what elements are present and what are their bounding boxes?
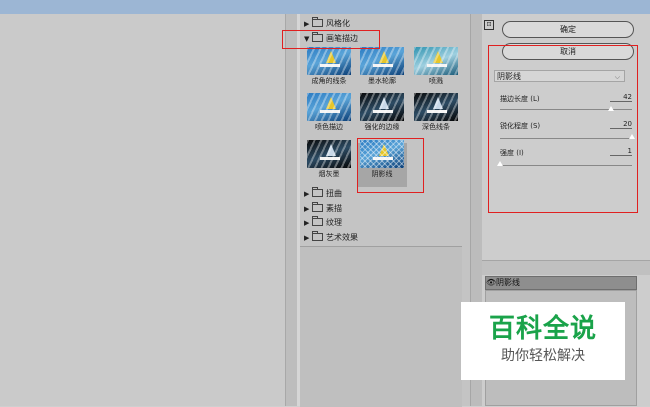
filter-thumb-spatter[interactable] [414,47,458,75]
watermark-subtitle: 助你轻松解决 [501,348,585,364]
title-bar [0,0,650,14]
folder-icon [312,231,323,241]
folder-sketch[interactable]: ▶ 素描 [304,202,342,214]
eye-icon[interactable]: 👁 [486,277,496,289]
filter-label: 喷溅 [429,77,443,85]
folder-icon [312,216,323,226]
annotation-box [357,138,424,193]
expand-arrow-icon[interactable]: ▶ [304,189,312,199]
collapse-gallery-icon[interactable]: ⊡ [484,20,494,30]
folder-label: 素描 [326,204,342,213]
folder-icon [312,17,323,27]
folder-label: 艺术效果 [326,233,358,242]
watermark-title: 百科全说 [488,314,597,344]
watermark-logo: 百科全说 助你轻松解决 [461,302,625,380]
filter-thumb-sumi-e[interactable] [307,140,351,168]
filter-thumb-ink-outlines[interactable] [360,47,404,75]
filter-thumb-sprayed-strokes[interactable] [307,93,351,121]
folder-icon [312,187,323,197]
annotation-box [282,30,380,49]
ok-button[interactable]: 确定 [502,21,634,38]
gallery-empty-area [300,246,462,407]
filter-thumb-angled-strokes[interactable] [307,47,351,75]
effect-layer-label: 阴影线 [496,278,520,287]
folder-label: 扭曲 [326,189,342,198]
folder-label: 纹理 [326,218,342,227]
folder-stylize[interactable]: ▶ 风格化 [304,17,350,29]
expand-arrow-icon[interactable]: ▶ [304,19,312,29]
preview-area[interactable] [0,14,285,406]
filter-label: 强化的边缘 [364,123,400,131]
filter-label: 喷色描边 [315,123,343,131]
filter-thumb-dark-strokes[interactable] [414,93,458,121]
filter-label: 墨水轮廓 [368,77,396,85]
folder-artistic[interactable]: ▶ 艺术效果 [304,231,358,243]
filter-gallery: ▶ 风格化 ▼ 画笔描边 成角的线条 墨水轮廓 喷溅 喷色描边 强化的边缘 深色线条… [300,14,470,407]
folder-texture[interactable]: ▶ 纹理 [304,216,342,228]
filter-label: 深色线条 [422,123,450,131]
expand-arrow-icon[interactable]: ▶ [304,204,312,214]
filter-thumb-accented-edges[interactable] [360,93,404,121]
folder-icon [312,202,323,212]
expand-arrow-icon[interactable]: ▶ [304,233,312,243]
effect-layer[interactable]: 👁阴影线 [485,276,637,290]
folder-distort[interactable]: ▶ 扭曲 [304,187,342,199]
filter-label: 成角的线条 [311,77,347,85]
annotation-box [488,45,638,213]
folder-label: 风格化 [326,19,350,28]
expand-arrow-icon[interactable]: ▶ [304,218,312,228]
filter-label: 烟灰墨 [318,170,340,178]
panel-divider [482,260,650,275]
